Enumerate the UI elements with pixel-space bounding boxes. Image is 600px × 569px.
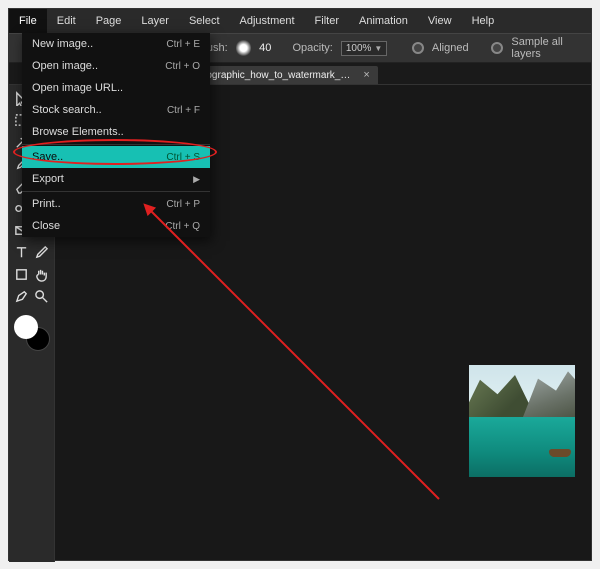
chevron-down-icon: ▼ (374, 44, 382, 53)
menu-item-print[interactable]: Print.. Ctrl + P (22, 193, 210, 215)
menu-adjustment[interactable]: Adjustment (230, 9, 305, 33)
menu-item-shortcut: Ctrl + O (165, 61, 200, 72)
menu-item-save[interactable]: Save.. Ctrl + S (22, 146, 210, 168)
sample-all-label: Sample all layers (511, 36, 583, 60)
document-tab[interactable]: infographic_how_to_watermark_a_ph... × (188, 66, 378, 84)
menu-item-label: Print.. (32, 198, 61, 210)
aligned-radio[interactable] (412, 42, 424, 54)
zoom-tool-icon[interactable] (33, 287, 51, 305)
brush-size-value[interactable]: 40 (259, 42, 271, 54)
menu-item-label: New image.. (32, 38, 93, 50)
image-thumbnail[interactable] (469, 365, 575, 477)
tab-label: infographic_how_to_watermark_a_ph... (196, 70, 356, 81)
menu-item-shortcut: Ctrl + S (166, 152, 200, 163)
fg-color-swatch[interactable] (14, 315, 38, 339)
pen-tool-icon[interactable] (13, 287, 31, 305)
menu-item-stock-search[interactable]: Stock search.. Ctrl + F (22, 99, 210, 121)
menu-item-shortcut: Ctrl + Q (165, 221, 200, 232)
menu-item-open-image-url[interactable]: Open image URL.. (22, 77, 210, 99)
menu-item-shortcut: Ctrl + P (166, 199, 200, 210)
menu-item-browse-elements[interactable]: Browse Elements.. (22, 121, 210, 143)
menu-item-new-image[interactable]: New image.. Ctrl + E (22, 33, 210, 55)
text-tool-icon[interactable] (13, 243, 31, 261)
menu-item-export[interactable]: Export ▶ (22, 168, 210, 190)
opacity-label: Opacity: (292, 42, 332, 54)
menu-select[interactable]: Select (179, 9, 230, 33)
opacity-value: 100% (346, 43, 372, 54)
hand-tool-icon[interactable] (33, 265, 51, 283)
menu-item-label: Save.. (32, 151, 63, 163)
menu-item-open-image[interactable]: Open image.. Ctrl + O (22, 55, 210, 77)
menu-filter[interactable]: Filter (305, 9, 349, 33)
menu-item-shortcut: Ctrl + E (166, 39, 200, 50)
menu-item-label: Browse Elements.. (32, 126, 124, 138)
file-menu-dropdown: New image..Ctrl + EOpen image..Ctrl + OO… (22, 33, 210, 237)
app-window: FileEditPageLayerSelectAdjustmentFilterA… (8, 8, 592, 561)
menu-item-shortcut: Ctrl + F (167, 105, 200, 116)
menu-item-label: Open image.. (32, 60, 98, 72)
opacity-dropdown[interactable]: 100% ▼ (341, 41, 388, 56)
menu-animation[interactable]: Animation (349, 9, 418, 33)
menu-edit[interactable]: Edit (47, 9, 86, 33)
menu-page[interactable]: Page (86, 9, 132, 33)
menu-item-label: Close (32, 220, 60, 232)
colorpicker-tool-icon[interactable] (33, 243, 51, 261)
close-icon[interactable]: × (363, 69, 369, 81)
color-swatches[interactable] (14, 315, 50, 351)
menu-item-close[interactable]: Close Ctrl + Q (22, 215, 210, 237)
menu-item-label: Export (32, 173, 64, 185)
menu-bar: FileEditPageLayerSelectAdjustmentFilterA… (9, 9, 591, 33)
shape-tool-icon[interactable] (13, 265, 31, 283)
chevron-right-icon: ▶ (193, 174, 200, 185)
menu-help[interactable]: Help (462, 9, 505, 33)
menu-view[interactable]: View (418, 9, 462, 33)
menu-item-label: Stock search.. (32, 104, 102, 116)
menu-layer[interactable]: Layer (131, 9, 179, 33)
brush-preview-icon[interactable] (236, 39, 251, 57)
menu-item-label: Open image URL.. (32, 82, 123, 94)
sample-all-radio[interactable] (491, 42, 503, 54)
aligned-label: Aligned (432, 42, 469, 54)
menu-file[interactable]: File (9, 9, 47, 33)
